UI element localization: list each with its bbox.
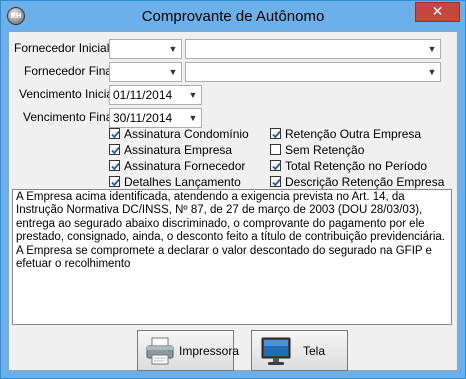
vencimento-inicial-picker[interactable]: 01/11/2014 ▼ — [109, 85, 202, 105]
checkbox-label: Total Retenção no Período — [285, 159, 428, 173]
checkbox-box[interactable] — [270, 128, 281, 139]
print-button-label: Impressora — [179, 344, 240, 358]
checkbox-box[interactable] — [270, 144, 281, 155]
form-panel: Fornecedor Inicial ▼ ▼ Fornecedor Final … — [8, 31, 458, 371]
checkbox-box[interactable] — [270, 176, 281, 187]
checkbox-box[interactable] — [109, 128, 120, 139]
fornecedor-final-name-combo[interactable]: ▼ — [185, 62, 441, 82]
checkbox-label: Assinatura Empresa — [124, 143, 233, 157]
checkbox-assinatura-fornecedor[interactable]: Assinatura Fornecedor — [109, 158, 269, 174]
chevron-down-icon[interactable]: ▼ — [167, 43, 179, 55]
chevron-down-icon[interactable]: ▼ — [426, 43, 438, 55]
checkbox-total-retencao-periodo[interactable]: Total Retenção no Período — [270, 158, 450, 174]
chevron-down-icon[interactable]: ▼ — [426, 66, 438, 78]
fornecedor-inicial-name-combo[interactable]: ▼ — [185, 39, 441, 59]
chevron-down-icon[interactable]: ▼ — [187, 89, 199, 101]
checkbox-box[interactable] — [109, 176, 120, 187]
memo-paragraph: A Empresa acima identificada, atendendo … — [16, 191, 445, 244]
checkbox-label: Assinatura Fornecedor — [124, 159, 246, 173]
app-window: RH Comprovante de Autônomo ✕ Fornecedor … — [0, 0, 466, 379]
fornecedor-inicial-label: Fornecedor Inicial — [14, 41, 110, 55]
declaration-memo[interactable]: A Empresa acima identificada, atendendo … — [12, 189, 452, 325]
close-button[interactable]: ✕ — [415, 2, 460, 22]
fornecedor-inicial-code-combo[interactable]: ▼ — [109, 39, 182, 59]
checkbox-label: Retenção Outra Empresa — [285, 127, 422, 141]
fornecedor-final-label: Fornecedor Final — [24, 64, 115, 78]
checkbox-sem-retencao[interactable]: Sem Retenção — [270, 142, 450, 158]
vencimento-final-value: 30/11/2014 — [113, 111, 173, 125]
close-icon: ✕ — [431, 4, 444, 20]
checkbox-label: Descrição Retenção Empresa — [285, 175, 445, 189]
checkbox-descricao-retencao-empresa[interactable]: Descrição Retenção Empresa — [270, 174, 450, 190]
screen-button[interactable]: Tela — [251, 330, 348, 371]
checkbox-box[interactable] — [270, 160, 281, 171]
checkbox-assinatura-condominio[interactable]: Assinatura Condomínio — [109, 126, 269, 142]
checkbox-label: Sem Retenção — [285, 143, 365, 157]
chevron-down-icon[interactable]: ▼ — [167, 66, 179, 78]
checkbox-label: Assinatura Condomínio — [124, 127, 249, 141]
checkbox-label: Detalhes Lançamento — [124, 175, 241, 189]
printer-icon — [144, 335, 176, 367]
checkbox-retencao-outra-empresa[interactable]: Retenção Outra Empresa — [270, 126, 450, 142]
title-bar[interactable]: RH Comprovante de Autônomo ✕ — [1, 1, 465, 31]
vencimento-inicial-value: 01/11/2014 — [113, 88, 173, 102]
monitor-icon — [260, 335, 292, 367]
print-button[interactable]: Impressora — [137, 330, 239, 371]
fornecedor-final-code-combo[interactable]: ▼ — [109, 62, 182, 82]
chevron-down-icon[interactable]: ▼ — [187, 112, 199, 124]
screen-button-label: Tela — [303, 344, 326, 358]
checkbox-box[interactable] — [109, 144, 120, 155]
checkbox-detalhes-lancamento[interactable]: Detalhes Lançamento — [109, 174, 269, 190]
checkbox-box[interactable] — [109, 160, 120, 171]
window-title: Comprovante de Autônomo — [141, 8, 325, 25]
checkbox-assinatura-empresa[interactable]: Assinatura Empresa — [109, 142, 269, 158]
vencimento-inicial-label: Vencimento Inicial — [19, 87, 116, 101]
vencimento-final-label: Vencimento Final — [23, 110, 116, 124]
vencimento-final-picker[interactable]: 30/11/2014 ▼ — [109, 108, 202, 128]
memo-paragraph: A Empresa se compromete a declarar o val… — [16, 244, 432, 271]
